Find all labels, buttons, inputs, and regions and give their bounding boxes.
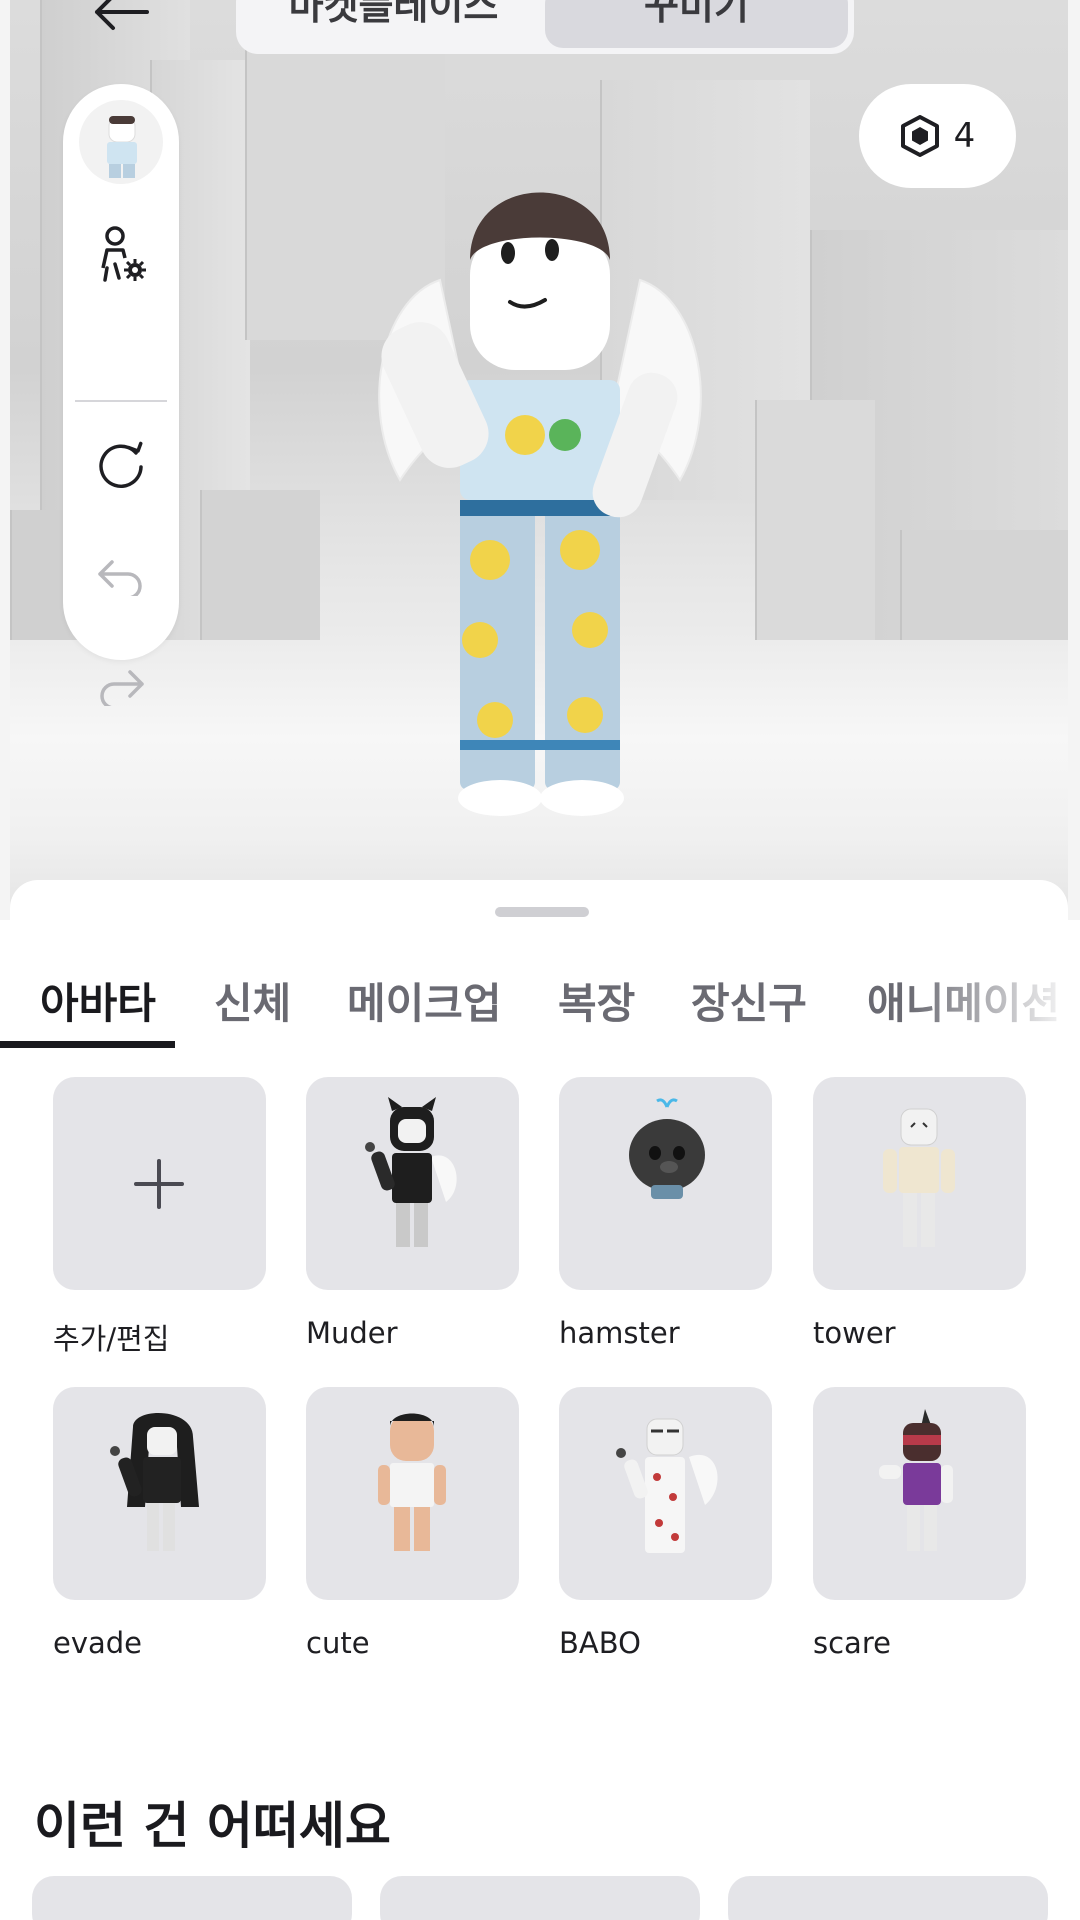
outfit-item[interactable]: evade (53, 1387, 266, 1660)
undo-icon (98, 560, 142, 596)
refresh-icon (99, 441, 143, 488)
add-outfit-tile[interactable] (53, 1077, 266, 1290)
outfit-thumbnail[interactable] (813, 1077, 1026, 1290)
outfit-label: cute (306, 1626, 370, 1660)
outfit-label: tower (813, 1316, 896, 1350)
recommend-card[interactable] (728, 1876, 1048, 1920)
avatar-settings-icon (101, 226, 146, 282)
segment-marketplace[interactable]: 마켓플레이스 (242, 0, 545, 48)
outfit-label: scare (813, 1626, 891, 1660)
outfit-item[interactable]: hamster (559, 1077, 772, 1350)
recommend-card[interactable] (32, 1876, 352, 1920)
category-tabs: 아바타 신체 메이크업 복장 장신구 애니메이션 (10, 940, 1068, 1050)
redo-icon (100, 670, 144, 706)
outfit-label: evade (53, 1626, 143, 1660)
outfit-item[interactable]: Muder (306, 1077, 519, 1350)
avatar-figure (378, 1413, 446, 1551)
redo-button[interactable] (91, 656, 151, 716)
outfit-thumbnail[interactable] (813, 1387, 1026, 1600)
tab-clothing[interactable]: 복장 (558, 970, 635, 1031)
tab-makeup[interactable]: 메이크업 (347, 970, 502, 1031)
reset-button[interactable] (91, 436, 151, 496)
robux-balance[interactable]: 4 (859, 84, 1016, 188)
outfit-label: BABO (559, 1626, 641, 1660)
outfit-thumbnail[interactable] (306, 1387, 519, 1600)
segment-customize[interactable]: 꾸미기 (545, 0, 848, 48)
avatar-figure (883, 1108, 955, 1247)
tabs-fade-overlay (908, 940, 1068, 1050)
tab-body[interactable]: 신체 (214, 970, 291, 1031)
tab-avatar[interactable]: 아바타 (40, 970, 156, 1031)
outfit-item[interactable]: tower (813, 1077, 1026, 1350)
outfit-item[interactable]: BABO (559, 1387, 772, 1660)
outfit-thumbnail[interactable] (559, 1077, 772, 1290)
robux-icon (900, 115, 939, 157)
undo-button[interactable] (91, 546, 151, 606)
outfit-item[interactable]: scare (813, 1387, 1026, 1660)
outfit-thumbnail[interactable] (306, 1077, 519, 1290)
avatar-figure (629, 1098, 705, 1199)
avatar-character (378, 192, 702, 816)
avatar-figure (110, 1413, 199, 1551)
outfit-label: hamster (559, 1316, 680, 1350)
recommend-section-title: 이런 건 어떠세요 (34, 1797, 391, 1855)
back-button[interactable] (86, 0, 156, 42)
outfit-thumbnail[interactable] (53, 1387, 266, 1600)
avatar-figure (616, 1418, 718, 1553)
toolbar-divider (75, 400, 167, 402)
outfit-thumbnail[interactable] (559, 1387, 772, 1600)
tab-accessories[interactable]: 장신구 (691, 970, 807, 1031)
avatar-thumbnail (107, 116, 137, 178)
avatar-figure (365, 1097, 457, 1247)
outfit-item[interactable]: cute (306, 1387, 519, 1660)
avatar-thumbnail-button[interactable] (79, 100, 163, 184)
mode-segmented-control: 마켓플레이스 꾸미기 (236, 0, 854, 54)
avatar-settings-button[interactable] (91, 224, 151, 284)
outfit-label: 추가/편집 (53, 1322, 170, 1356)
editor-toolbar (63, 84, 179, 706)
arrow-left-icon (95, 0, 149, 30)
sheet-drag-handle[interactable] (495, 907, 589, 917)
recommend-card[interactable] (380, 1876, 700, 1920)
outfit-item-add[interactable]: 추가/편집 (53, 1077, 266, 1358)
avatar-figure (879, 1409, 953, 1551)
robux-amount: 4 (953, 116, 976, 156)
plus-icon (134, 1159, 184, 1209)
outfit-label: Muder (306, 1316, 398, 1350)
active-tab-indicator (0, 1041, 175, 1048)
